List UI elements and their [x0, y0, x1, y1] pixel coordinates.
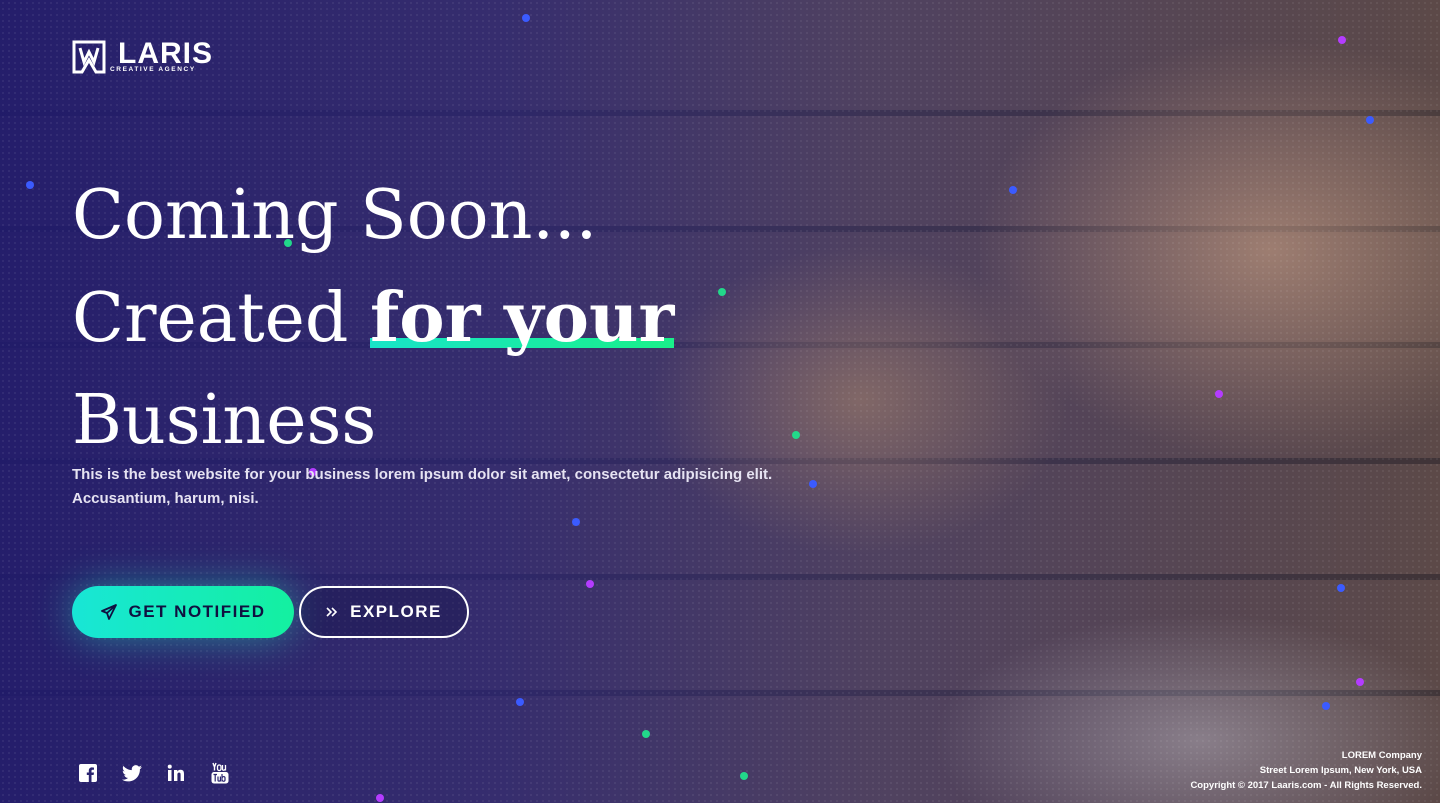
headline-line-3: Business: [72, 381, 377, 460]
particle: [1337, 584, 1345, 592]
particle: [572, 518, 580, 526]
linkedin-icon[interactable]: [166, 762, 186, 784]
particle: [642, 730, 650, 738]
hero-description-line-2: Accusantium, harum, nisi.: [72, 490, 259, 507]
particle: [26, 181, 34, 189]
explore-label: EXPLORE: [350, 602, 442, 621]
hero-description-line-1: This is the best website for your busine…: [72, 466, 773, 483]
hero-description: This is the best website for your busine…: [72, 463, 832, 511]
particle: [1322, 702, 1330, 710]
particle: [1366, 116, 1374, 124]
footer-info: LOREM Company Street Lorem Ipsum, New Yo…: [1190, 748, 1422, 793]
particle: [376, 794, 384, 802]
brand-tagline: CREATIVE AGENCY: [110, 66, 196, 73]
particle: [1338, 36, 1346, 44]
paper-plane-icon: [100, 604, 117, 620]
page-title: Coming Soon... Created for your Business: [72, 165, 832, 472]
particle: [1009, 186, 1017, 194]
youtube-icon[interactable]: [210, 762, 230, 784]
hero-section: LARIS CREATIVE AGENCY Coming Soon... Cre…: [0, 0, 1440, 803]
particle: [516, 698, 524, 706]
logo-mark-icon: [72, 40, 106, 74]
headline-highlight: for your: [370, 278, 675, 358]
headline-line-2: Created for your: [72, 267, 832, 370]
footer-company: LOREM Company: [1341, 750, 1422, 761]
headline-line-1: Coming Soon...: [72, 176, 598, 255]
headline-line-2-prefix: Created: [72, 279, 371, 358]
particle: [1215, 390, 1223, 398]
brand-logo[interactable]: LARIS CREATIVE AGENCY: [72, 38, 232, 78]
double-chevron-right-icon: [326, 607, 338, 617]
particle: [586, 580, 594, 588]
facebook-icon[interactable]: [78, 762, 98, 784]
particle: [522, 14, 530, 22]
footer-address: Street Lorem Ipsum, New York, USA: [1259, 765, 1422, 776]
particle: [1356, 678, 1364, 686]
get-notified-button[interactable]: GET NOTIFIED: [72, 586, 294, 638]
explore-button[interactable]: EXPLORE: [299, 586, 469, 638]
get-notified-label: GET NOTIFIED: [128, 602, 266, 621]
social-links: [78, 762, 230, 784]
particle: [740, 772, 748, 780]
footer-copyright: Copyright © 2017 Laaris.com - All Rights…: [1190, 780, 1422, 791]
twitter-icon[interactable]: [122, 762, 142, 784]
